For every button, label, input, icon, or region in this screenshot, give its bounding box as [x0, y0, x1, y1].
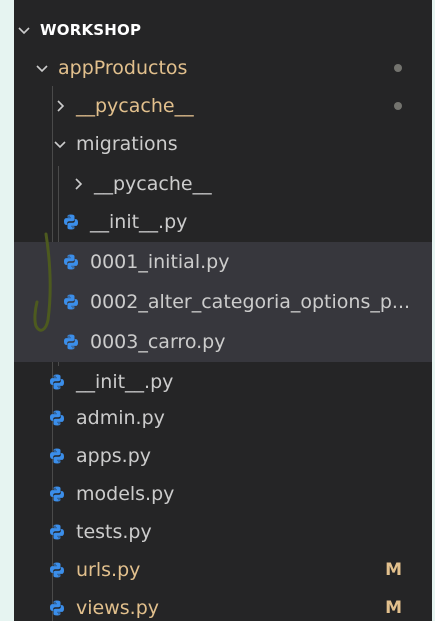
tree-item-label: 0002_alter_categoria_options_p...	[90, 291, 411, 313]
tree-item-appproductos[interactable]: appProductos	[14, 48, 432, 88]
tree-item-label: migrations	[76, 133, 178, 155]
modified-badge: M	[385, 598, 402, 618]
tree-item-label: appProductos	[58, 57, 188, 79]
tree-item-label: 0003_carro.py	[90, 331, 226, 353]
tree-item-file[interactable]: models.py	[14, 474, 432, 514]
python-file-icon	[48, 447, 66, 465]
tree-item-file[interactable]: __init__.py	[14, 202, 432, 242]
chevron-right-icon	[68, 174, 88, 194]
tree-item-file[interactable]: __init__.py	[14, 362, 432, 402]
python-file-icon	[48, 599, 66, 617]
workspace-title: WORKSHOP	[40, 21, 142, 39]
tree-item-label: __pycache__	[76, 95, 194, 117]
checkmark-annotation-icon	[33, 232, 52, 332]
tree-item-file[interactable]: 0003_carro.py	[14, 322, 432, 362]
modified-dot	[394, 64, 402, 72]
tree-item-file[interactable]: views.py M	[14, 588, 432, 621]
workspace-header[interactable]: WORKSHOP	[14, 10, 432, 50]
modified-dot	[394, 102, 402, 110]
tree-item-label: __init__.py	[90, 211, 188, 233]
python-file-icon	[48, 373, 66, 391]
tree-item-label: __init__.py	[76, 371, 174, 393]
chevron-down-icon	[14, 20, 34, 40]
tree-item-label: __pycache__	[94, 173, 212, 195]
python-file-icon	[48, 409, 66, 427]
python-file-icon	[62, 213, 80, 231]
explorer-panel: WORKSHOP appProductos __pycache__ migrat…	[14, 0, 432, 621]
chevron-down-icon	[32, 58, 52, 78]
tree-item-label: admin.py	[76, 407, 165, 429]
tree-item-migrations[interactable]: migrations	[14, 124, 432, 164]
python-file-icon	[62, 333, 80, 351]
tree-item-file[interactable]: 0002_alter_categoria_options_p...	[14, 282, 432, 322]
tree-item-label: tests.py	[76, 521, 152, 543]
python-file-icon	[62, 253, 80, 271]
python-file-icon	[48, 523, 66, 541]
tree-item-file[interactable]: 0001_initial.py	[14, 242, 432, 282]
tree-item-file[interactable]: admin.py	[14, 398, 432, 438]
tree-item-file[interactable]: tests.py	[14, 512, 432, 552]
modified-badge: M	[385, 560, 402, 580]
python-file-icon	[48, 561, 66, 579]
tree-item-file[interactable]: apps.py	[14, 436, 432, 476]
chevron-right-icon	[50, 96, 70, 116]
tree-item-label: models.py	[76, 483, 175, 505]
python-file-icon	[48, 485, 66, 503]
tree-item-label: 0001_initial.py	[90, 251, 230, 273]
tree-item-label: apps.py	[76, 445, 152, 467]
tree-item-pycache[interactable]: __pycache__	[14, 164, 432, 204]
python-file-icon	[62, 293, 80, 311]
tree-item-label: urls.py	[76, 559, 141, 581]
tree-item-pycache[interactable]: __pycache__	[14, 86, 432, 126]
chevron-down-icon	[50, 134, 70, 154]
tree-item-label: views.py	[76, 597, 159, 619]
tree-item-file[interactable]: urls.py M	[14, 550, 432, 590]
